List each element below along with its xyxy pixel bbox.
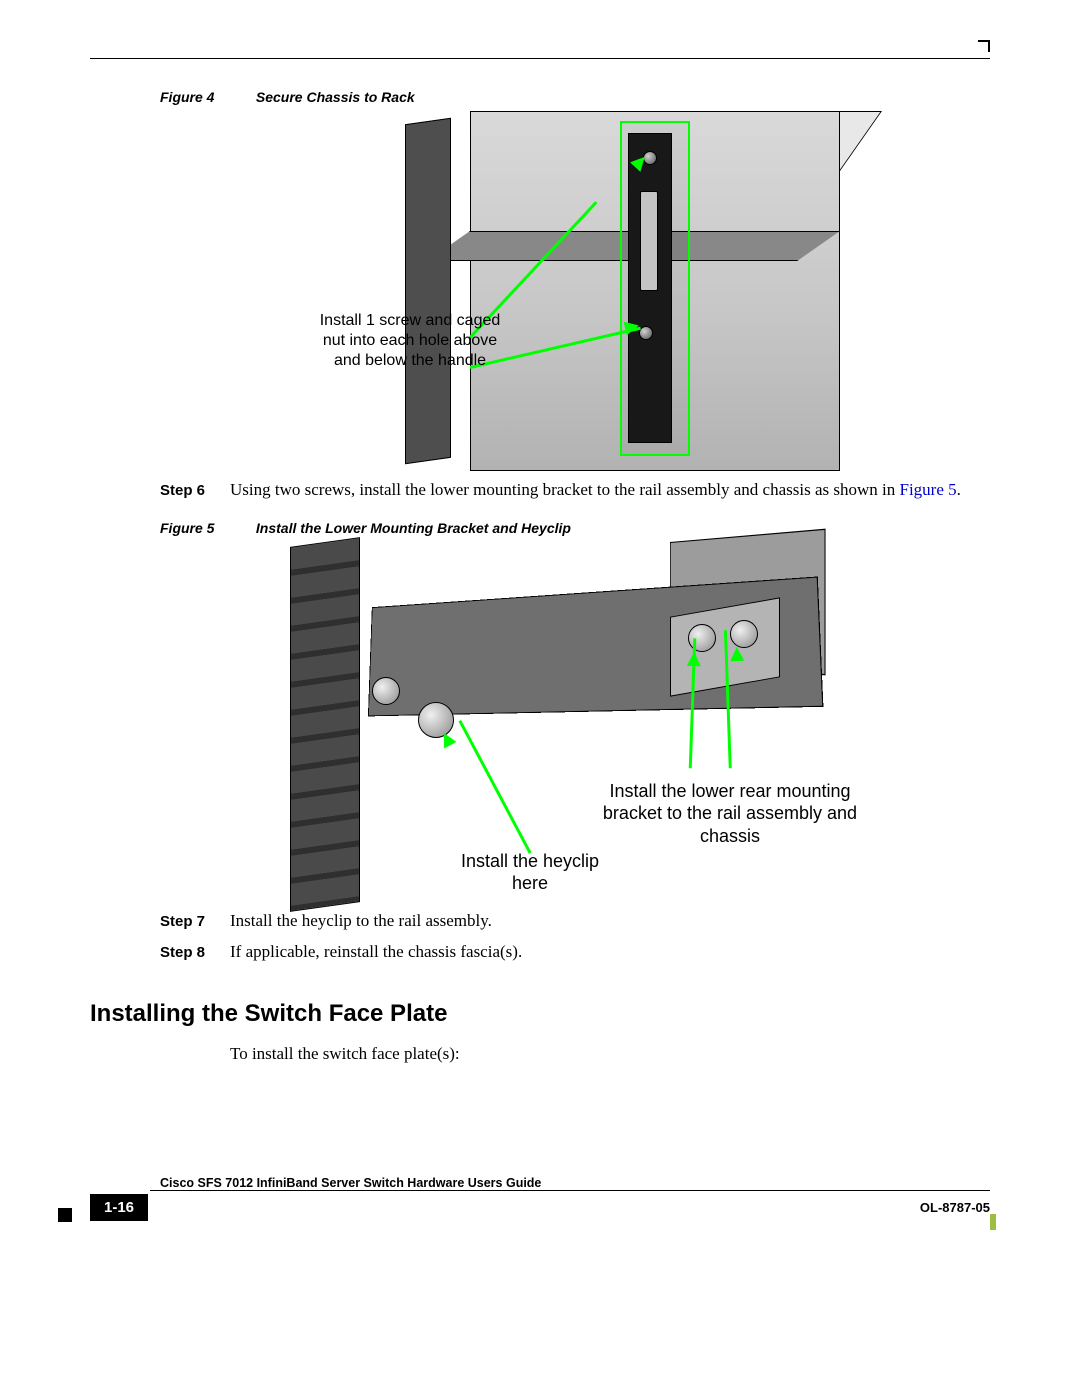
figure5-caption: Figure 5 Install the Lower Mounting Brac…: [160, 520, 990, 536]
figure4-rack-rail: [405, 118, 451, 464]
crop-mark-tr: [978, 40, 990, 52]
figure5-title: Install the Lower Mounting Bracket and H…: [256, 520, 571, 536]
figure5-annotation-right: Install the lower rear mounting bracket …: [600, 780, 860, 848]
step-7-body: Install the heyclip to the rail assembly…: [230, 910, 492, 933]
section-heading: Installing the Switch Face Plate: [90, 1000, 990, 1028]
figure5-arrow-heyclip-icon: [458, 720, 531, 854]
figure4-title: Secure Chassis to Rack: [256, 89, 415, 105]
figure5-arrowhead-r1-icon: [687, 652, 701, 666]
figure5-annotation-bottom: Install the heyclip here: [450, 850, 610, 895]
figure5-illustration: Install the lower rear mounting bracket …: [290, 542, 850, 902]
footer-ol-number: OL-8787-05: [920, 1200, 990, 1215]
footer-rule: [150, 1190, 990, 1191]
figure4-caption: Figure 4 Secure Chassis to Rack: [160, 89, 990, 105]
step-7-row: Step 7 Install the heyclip to the rail a…: [160, 910, 990, 933]
figure5-screw-left: [372, 677, 400, 705]
step-8-row: Step 8 If applicable, reinstall the chas…: [160, 941, 990, 964]
step-8-label: Step 8: [160, 941, 230, 964]
step-6-text: Using two screws, install the lower moun…: [230, 480, 900, 499]
page: Figure 4 Secure Chassis to Rack Install …: [0, 0, 1080, 1397]
step-6-tail: .: [957, 480, 961, 499]
step-6-label: Step 6: [160, 479, 230, 502]
footer-ol-text: OL-8787-05: [920, 1200, 990, 1215]
figure4-illustration: Install 1 screw and caged nut into each …: [290, 111, 850, 471]
figure4-highlight-box: [620, 121, 690, 456]
step-6-row: Step 6 Using two screws, install the low…: [160, 479, 990, 502]
footer-guide-title: Cisco SFS 7012 InfiniBand Server Switch …: [160, 1176, 541, 1190]
crop-mark-bl: [58, 1208, 72, 1222]
figure5-rack-post: [290, 537, 360, 912]
intro-paragraph: To install the switch face plate(s):: [230, 1044, 990, 1064]
step-6-body: Using two screws, install the lower moun…: [230, 479, 961, 502]
figure5-arrowhead-r2-icon: [730, 647, 744, 661]
page-footer: Cisco SFS 7012 InfiniBand Server Switch …: [90, 1182, 990, 1222]
figure5-label: Figure 5: [160, 520, 252, 536]
footer-green-mark-icon: [990, 1214, 996, 1230]
figure4-label: Figure 4: [160, 89, 252, 105]
figure5-screw-r2: [730, 620, 758, 648]
step-8-body: If applicable, reinstall the chassis fas…: [230, 941, 522, 964]
step-7-label: Step 7: [160, 910, 230, 933]
figure4-annotation: Install 1 screw and caged nut into each …: [310, 311, 510, 371]
figure5-link[interactable]: Figure 5: [900, 480, 957, 499]
page-number-box: 1-16: [90, 1194, 148, 1221]
top-rule: [90, 58, 990, 59]
